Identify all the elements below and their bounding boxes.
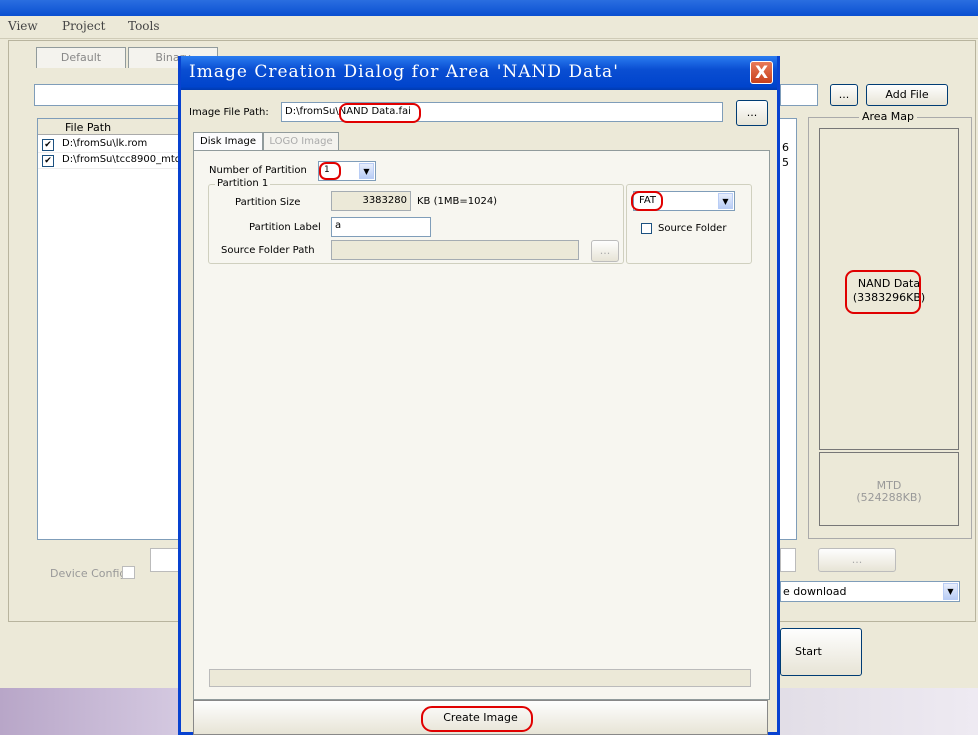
region-mtd[interactable]: MTD (524288KB) (819, 452, 959, 526)
add-file-button[interactable]: Add File (866, 84, 948, 106)
source-folder-checkbox[interactable] (641, 223, 652, 234)
close-icon[interactable]: X (750, 61, 773, 84)
filesystem-group: FAT ▼ Source Folder (626, 184, 752, 264)
partition-group-label: Partition 1 (215, 178, 271, 189)
row-value: 6 (782, 141, 789, 154)
row-value: 5 (782, 156, 789, 169)
highlight-region (845, 270, 921, 314)
table-row[interactable]: ✔ D:\fromSu\tcc8900_mtd (38, 153, 182, 169)
menu-project[interactable]: Project (62, 19, 105, 33)
highlight-filesystem (631, 191, 663, 211)
partition-size-unit: KB (1MB=1024) (417, 196, 498, 207)
device-config-checkbox[interactable] (122, 566, 135, 579)
file-list-right-column: 6 5 (780, 118, 797, 540)
start-button[interactable]: Start (780, 628, 862, 676)
file-list-header: File Path (38, 119, 182, 135)
file-path-input[interactable] (34, 84, 182, 106)
dialog-title: Image Creation Dialog for Area 'NAND Dat… (189, 62, 619, 82)
device-config-label: Device Config (50, 567, 127, 580)
app-title-bar (0, 0, 978, 16)
partition-label-label: Partition Label (249, 222, 321, 233)
row-checkbox[interactable]: ✔ (42, 139, 54, 151)
num-partition-label: Number of Partition (209, 165, 307, 176)
menu-bar: View Project Tools (0, 16, 978, 39)
file-path-input-right[interactable] (780, 84, 818, 106)
image-file-path-label: Image File Path: (189, 107, 269, 118)
image-file-browse-button[interactable]: ... (736, 100, 768, 126)
dialog-title-bar: Image Creation Dialog for Area 'NAND Dat… (181, 56, 777, 90)
chevron-down-icon: ▼ (943, 583, 958, 600)
partition-label-value: a (335, 220, 342, 231)
source-folder-browse-button[interactable]: ... (591, 240, 619, 262)
row-checkbox[interactable]: ✔ (42, 155, 54, 167)
tab-default[interactable]: Default (36, 47, 126, 68)
browse-button-bg[interactable]: ... (830, 84, 858, 106)
partition-label-input[interactable]: a (331, 217, 431, 237)
highlight-file-name (339, 103, 421, 123)
highlight-partition-count (319, 162, 341, 180)
device-config-input-right[interactable] (780, 548, 796, 572)
partition-size-label: Partition Size (235, 197, 301, 208)
source-folder-checkbox-label: Source Folder (658, 223, 727, 234)
row-file-path: D:\fromSu\lk.rom (62, 138, 148, 149)
source-folder-path-label: Source Folder Path (221, 245, 315, 256)
download-select-value: e download (783, 585, 847, 598)
highlight-create-image (421, 706, 533, 732)
row-file-path: D:\fromSu\tcc8900_mtd (62, 154, 180, 165)
chevron-down-icon: ▼ (718, 193, 733, 209)
source-folder-path-input[interactable] (331, 240, 579, 260)
partition-size-value: 3383280 (362, 195, 407, 206)
file-list[interactable]: File Path ✔ D:\fromSu\lk.rom ✔ D:\fromSu… (37, 118, 183, 540)
progress-bar (209, 669, 751, 687)
tab-disk-image[interactable]: Disk Image (193, 132, 263, 151)
partition-size-field: 3383280 (331, 191, 411, 211)
file-path-header: File Path (65, 121, 112, 134)
image-creation-dialog: Image Creation Dialog for Area 'NAND Dat… (178, 56, 780, 735)
disk-image-panel: Number of Partition 1 ▼ Partition 1 Part… (193, 150, 770, 700)
partition-1-group: Partition 1 Partition Size 3383280 KB (1… (208, 178, 624, 264)
region-size: (524288KB) (856, 491, 922, 504)
tab-logo-image[interactable]: LOGO Image (263, 132, 339, 151)
menu-tools[interactable]: Tools (128, 19, 160, 33)
device-config-input[interactable] (150, 548, 180, 572)
area-map-label: Area Map (859, 110, 918, 123)
table-row[interactable]: ✔ D:\fromSu\lk.rom (38, 137, 182, 153)
area-map: Area Map NAND Data (3383296KB) MTD (5242… (808, 110, 972, 539)
download-select[interactable]: e download ▼ (780, 581, 960, 602)
menu-view[interactable]: View (8, 19, 38, 33)
chevron-down-icon: ▼ (359, 163, 374, 179)
device-config-button[interactable]: ... (818, 548, 896, 572)
